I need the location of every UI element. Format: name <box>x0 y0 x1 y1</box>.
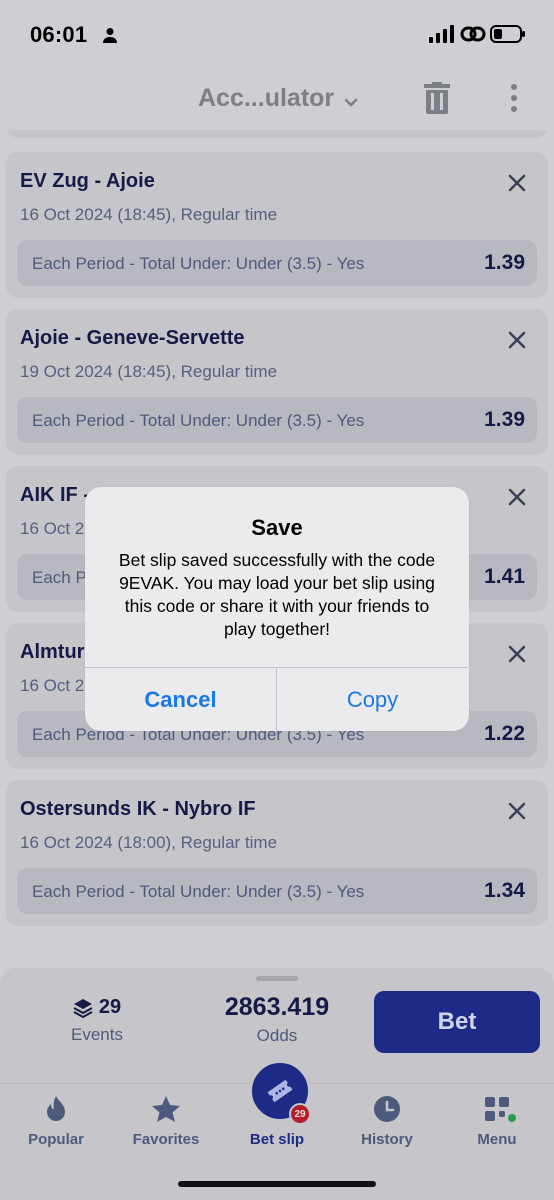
tab-label: Favorites <box>132 1131 200 1148</box>
clock-icon <box>374 1096 400 1122</box>
header: Acc...ulator <box>0 70 554 130</box>
events-summary: 29 Events <box>55 996 139 1045</box>
save-alert-dialog: Save Bet slip saved successfully with th… <box>85 487 469 731</box>
tab-favorites[interactable]: Favorites <box>111 1084 221 1164</box>
match-date: 19 Oct 2024 (18:45), Regular time <box>20 362 278 381</box>
bet-button[interactable]: Bet <box>374 991 540 1053</box>
signal-icon <box>429 25 454 43</box>
trash-icon[interactable] <box>424 82 450 114</box>
cancel-button[interactable]: Cancel <box>85 668 276 731</box>
match-name: AIK IF - <box>20 484 90 506</box>
chevron-down-icon[interactable] <box>344 98 358 108</box>
market-text: Each Period - Total Under: Under (3.5) -… <box>32 254 365 273</box>
market-odds: 1.39 <box>484 251 525 274</box>
match-name: Ostersunds IK - Nybro IF <box>20 798 256 820</box>
tab-history[interactable]: History <box>332 1084 442 1164</box>
battery-icon <box>490 25 525 43</box>
total-odds: 2863.419 Odds <box>200 993 354 1046</box>
copy-button[interactable]: Copy <box>277 668 468 731</box>
tab-bet-slip[interactable]: 29 Bet slip <box>222 1060 332 1164</box>
ticket-icon <box>267 1079 293 1103</box>
star-icon <box>152 1096 180 1122</box>
match-name: Almtur <box>20 641 85 663</box>
events-count: 29 <box>98 996 122 1018</box>
close-icon[interactable] <box>508 802 526 820</box>
more-vertical-icon[interactable] <box>509 83 519 113</box>
market-row: Each Period - Total Under: Under (3.5) -… <box>17 397 537 443</box>
market-row: Each Period - Total Under: Under (3.5) -… <box>17 240 537 286</box>
market-odds: 1.22 <box>484 722 525 745</box>
total-odds-value: 2863.419 <box>224 993 330 1021</box>
bet-card: Ostersunds IK - Nybro IF 16 Oct 2024 (18… <box>6 780 548 926</box>
match-date: 16 Oct 2 <box>20 676 85 695</box>
close-icon[interactable] <box>508 645 526 663</box>
match-date: 16 Oct 2024 (18:00), Regular time <box>20 833 278 852</box>
drag-handle[interactable] <box>256 976 298 981</box>
market-text: Each P <box>32 568 87 587</box>
home-indicator <box>178 1181 376 1187</box>
bet-card-partial <box>6 130 548 138</box>
alert-message: Bet slip saved successfully with the cod… <box>118 550 436 639</box>
market-row: Each Period - Total Under: Under (3.5) -… <box>17 868 537 914</box>
tab-label: Menu <box>477 1131 517 1148</box>
match-name: EV Zug - Ajoie <box>20 170 155 192</box>
close-icon[interactable] <box>508 488 526 506</box>
match-name: Ajoie - Geneve-Servette <box>20 327 245 349</box>
market-text: Each Period - Total Under: Under (3.5) -… <box>32 882 365 901</box>
market-odds: 1.39 <box>484 408 525 431</box>
match-date: 16 Oct 2024 (18:45), Regular time <box>20 205 278 224</box>
status-time: 06:01 <box>30 22 88 47</box>
person-icon <box>103 28 117 43</box>
close-icon[interactable] <box>508 331 526 349</box>
tab-label: Popular <box>28 1131 84 1148</box>
tab-popular[interactable]: Popular <box>1 1084 111 1164</box>
bet-card: EV Zug - Ajoie 16 Oct 2024 (18:45), Regu… <box>6 152 548 298</box>
bet-type-selector[interactable]: Acc...ulator <box>198 84 334 113</box>
market-text: Each Period - Total Under: Under (3.5) -… <box>32 411 365 430</box>
events-label: Events <box>71 1025 123 1044</box>
match-date: 16 Oct 2 <box>20 519 85 538</box>
bet-card: Ajoie - Geneve-Servette 19 Oct 2024 (18:… <box>6 309 548 455</box>
market-odds: 1.41 <box>484 565 525 588</box>
status-bar: 06:01 <box>0 0 554 70</box>
notification-dot <box>508 1114 516 1122</box>
alert-title: Save <box>251 515 303 540</box>
link-icon <box>460 26 486 42</box>
total-odds-label: Odds <box>256 1026 298 1045</box>
flame-icon <box>47 1096 65 1121</box>
tab-menu[interactable]: Menu <box>442 1084 552 1164</box>
screen: 06:01 Acc...ulator EV Zug - Ajoie 16 Oct… <box>0 0 554 1200</box>
market-odds: 1.34 <box>484 879 525 902</box>
close-icon[interactable] <box>508 174 526 192</box>
bet-slip-badge: 29 <box>289 1103 311 1125</box>
tab-label: Bet slip <box>249 1131 305 1148</box>
layers-icon <box>73 998 93 1018</box>
tab-label: History <box>361 1131 413 1148</box>
